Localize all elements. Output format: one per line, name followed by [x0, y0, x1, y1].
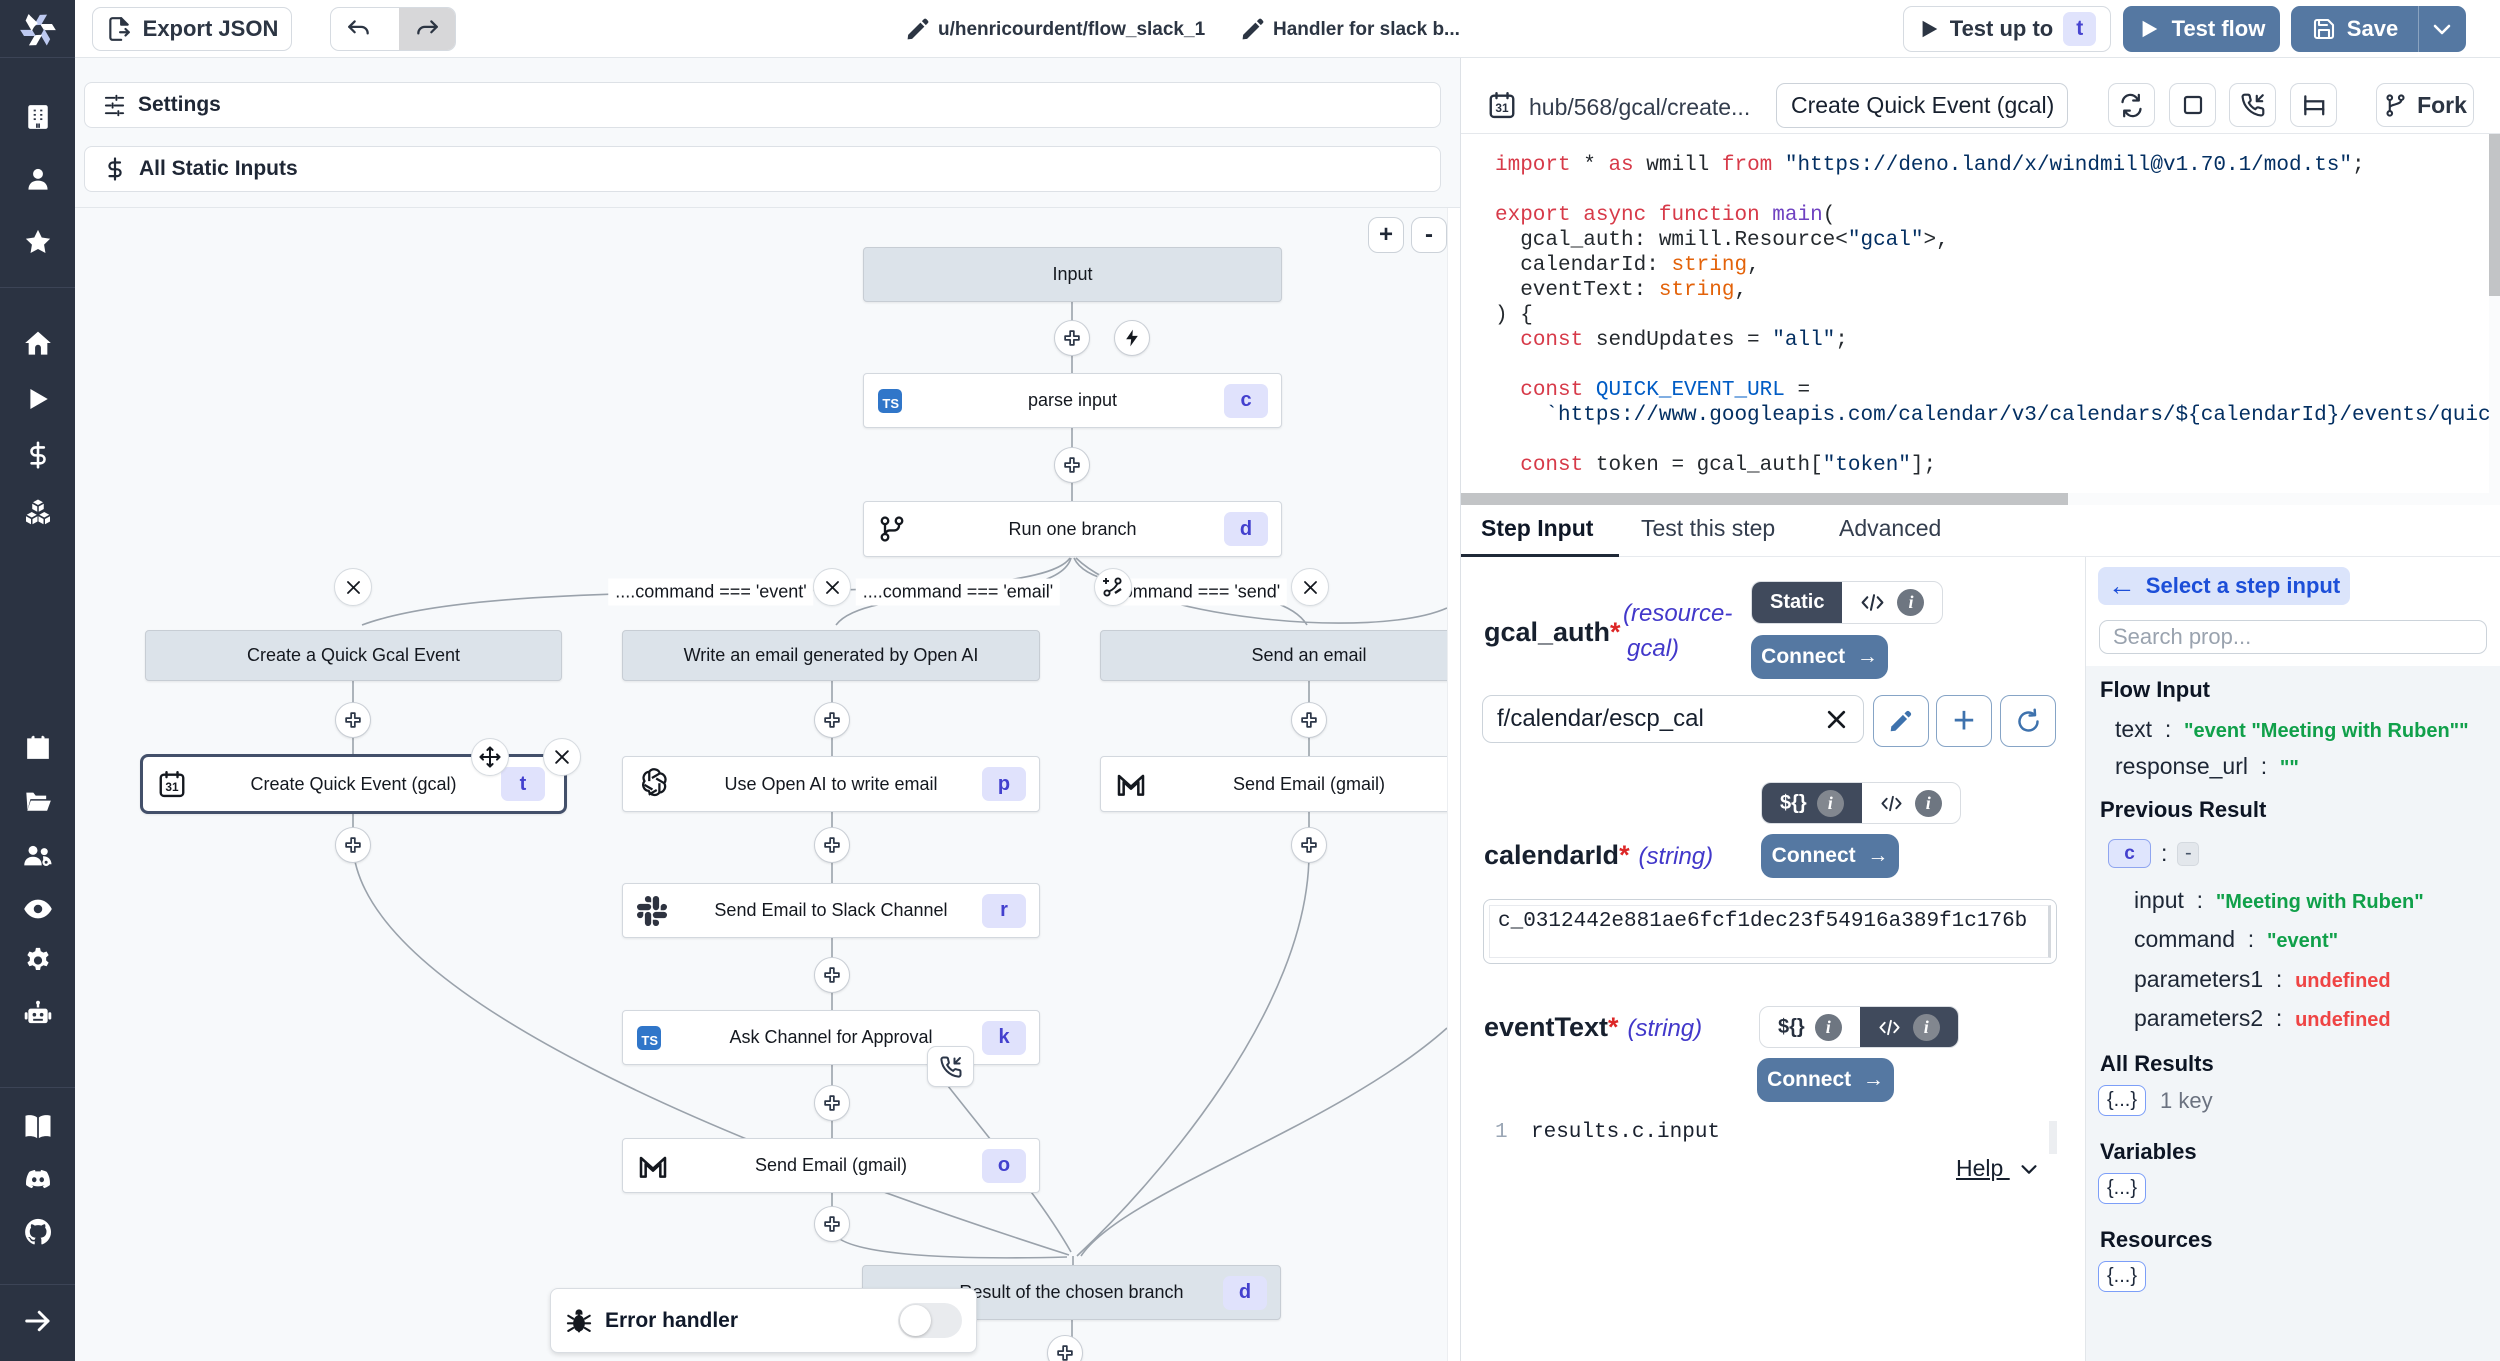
- svg-text:31: 31: [1495, 101, 1509, 115]
